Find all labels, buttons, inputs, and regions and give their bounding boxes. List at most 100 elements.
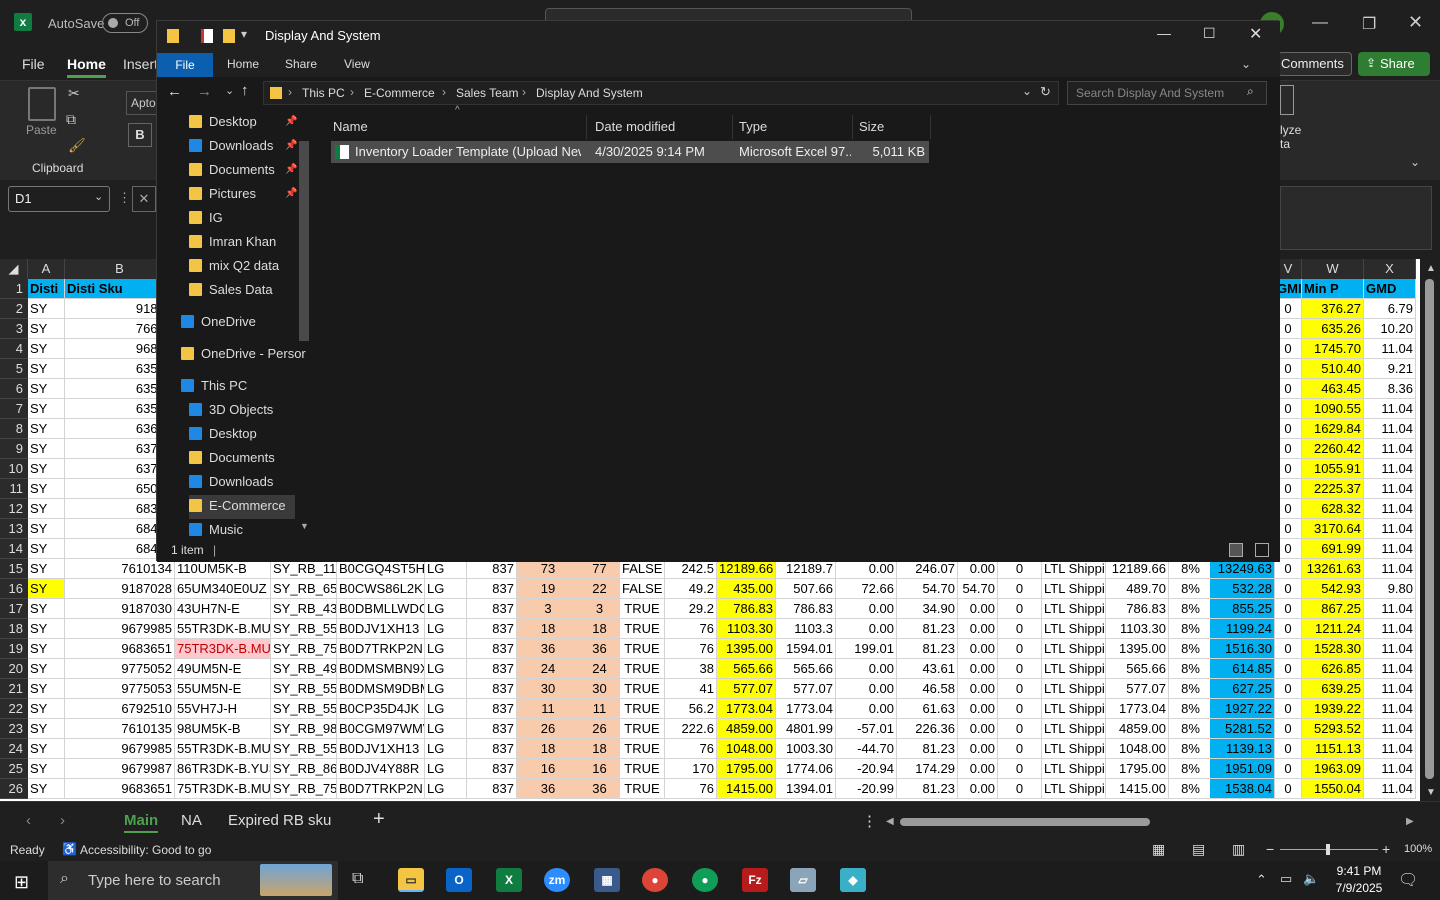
table-cell[interactable]: 0.00 bbox=[958, 659, 998, 679]
table-cell[interactable]: SY_RB_98U bbox=[271, 719, 337, 739]
cut-icon[interactable]: ✂ bbox=[68, 85, 80, 102]
table-cell[interactable]: SY bbox=[28, 719, 65, 739]
table-cell[interactable]: 0 bbox=[1275, 779, 1302, 799]
table-cell[interactable]: LG bbox=[425, 619, 467, 639]
table-cell[interactable]: 76 bbox=[665, 779, 717, 799]
properties-icon[interactable] bbox=[201, 29, 213, 43]
table-cell[interactable]: 9683651 bbox=[65, 779, 175, 799]
nav-item[interactable]: Downloads bbox=[189, 471, 273, 495]
explorer-search-input[interactable]: Search Display And System bbox=[1067, 81, 1267, 105]
row-header[interactable]: 2 bbox=[0, 299, 28, 319]
table-cell[interactable]: 786.83 bbox=[1106, 599, 1169, 619]
row-header[interactable]: 6 bbox=[0, 379, 28, 399]
row-header[interactable]: 17 bbox=[0, 599, 28, 619]
table-cell[interactable]: 0 bbox=[998, 639, 1042, 659]
table-cell[interactable]: 1103.30 bbox=[1106, 619, 1169, 639]
table-cell[interactable]: SY bbox=[28, 679, 65, 699]
row-header[interactable]: 18 bbox=[0, 619, 28, 639]
nav-item[interactable]: E-Commerce bbox=[189, 495, 295, 519]
table-cell[interactable]: 0 bbox=[1275, 579, 1302, 599]
table-cell[interactable]: 13249.63 bbox=[1210, 559, 1275, 579]
table-cell[interactable]: 0 bbox=[1275, 739, 1302, 759]
table-cell[interactable]: 19 bbox=[517, 579, 580, 599]
table-cell[interactable]: 11.04 bbox=[1364, 419, 1416, 439]
table-cell[interactable]: 8% bbox=[1169, 779, 1213, 799]
table-cell[interactable]: LG bbox=[425, 759, 467, 779]
table-cell[interactable]: 0 bbox=[1275, 759, 1302, 779]
table-cell[interactable]: 635.26 bbox=[1302, 319, 1364, 339]
table-cell[interactable]: 0 bbox=[998, 579, 1042, 599]
new-folder-icon[interactable] bbox=[223, 29, 235, 43]
table-cell[interactable]: 10.20 bbox=[1364, 319, 1416, 339]
table-cell[interactable]: 1395.00 bbox=[1106, 639, 1169, 659]
table-cell[interactable]: 76 bbox=[665, 619, 717, 639]
breadcrumb-ecommerce[interactable]: E-Commerce bbox=[364, 86, 435, 100]
table-cell[interactable]: LG bbox=[425, 699, 467, 719]
row-header[interactable]: 20 bbox=[0, 659, 28, 679]
table-cell[interactable]: 0.00 bbox=[958, 719, 998, 739]
table-cell[interactable]: 0.00 bbox=[958, 559, 998, 579]
table-cell[interactable]: B0DMSM9DBM bbox=[337, 679, 425, 699]
table-cell[interactable]: 8% bbox=[1169, 579, 1213, 599]
table-cell[interactable]: 46.58 bbox=[897, 679, 958, 699]
header-cell[interactable]: Disti bbox=[28, 279, 65, 299]
table-cell[interactable]: B0DJV1XH13 bbox=[337, 619, 425, 639]
table-cell[interactable]: 0.00 bbox=[958, 639, 998, 659]
table-cell[interactable]: 0 bbox=[998, 659, 1042, 679]
table-cell[interactable]: 837 bbox=[467, 599, 517, 619]
add-sheet-icon[interactable]: + bbox=[373, 808, 385, 831]
row-header[interactable]: 15 bbox=[0, 559, 28, 579]
table-cell[interactable]: 837 bbox=[467, 679, 517, 699]
table-cell[interactable]: 542.93 bbox=[1302, 579, 1364, 599]
table-cell[interactable]: LTL Shippi bbox=[1042, 659, 1106, 679]
table-cell[interactable]: 1415.00 bbox=[1106, 779, 1169, 799]
table-cell[interactable]: SY bbox=[28, 699, 65, 719]
table-cell[interactable]: LTL Shippi bbox=[1042, 619, 1106, 639]
table-cell[interactable]: LTL Shippi bbox=[1042, 759, 1106, 779]
table-cell[interactable]: SY_RB_43U bbox=[271, 599, 337, 619]
chrome-profile-icon[interactable]: ● bbox=[692, 868, 718, 892]
next-sheet-icon[interactable]: › bbox=[60, 812, 65, 829]
task-view-icon[interactable]: ⧉ bbox=[352, 870, 363, 888]
table-cell[interactable]: 11.04 bbox=[1364, 759, 1416, 779]
table-cell[interactable]: 8.36 bbox=[1364, 379, 1416, 399]
table-cell[interactable]: 18 bbox=[517, 739, 580, 759]
table-cell[interactable]: SY bbox=[28, 559, 65, 579]
cancel-formula-icon[interactable]: ✕ bbox=[132, 186, 156, 212]
table-cell[interactable]: 4859.00 bbox=[717, 719, 776, 739]
table-cell[interactable]: 8% bbox=[1169, 639, 1213, 659]
table-cell[interactable]: B0DBMLLWDG bbox=[337, 599, 425, 619]
table-cell[interactable]: 4859.00 bbox=[1106, 719, 1169, 739]
table-cell[interactable]: -44.70 bbox=[836, 739, 897, 759]
table-cell[interactable]: SY bbox=[28, 739, 65, 759]
row-header[interactable]: 21 bbox=[0, 679, 28, 699]
table-cell[interactable]: 11.04 bbox=[1364, 479, 1416, 499]
nav-item[interactable]: 3D Objects bbox=[189, 399, 273, 423]
table-cell[interactable]: 1394.01 bbox=[776, 779, 836, 799]
table-cell[interactable]: 86TR3DK-B.YUS bbox=[175, 759, 271, 779]
table-cell[interactable]: 0 bbox=[998, 559, 1042, 579]
table-cell[interactable]: 11.04 bbox=[1364, 619, 1416, 639]
table-cell[interactable]: 577.07 bbox=[776, 679, 836, 699]
table-cell[interactable]: 1211.24 bbox=[1302, 619, 1364, 639]
table-cell[interactable]: 0 bbox=[1275, 659, 1302, 679]
column-type[interactable]: Type bbox=[733, 115, 853, 139]
row-header[interactable]: 11 bbox=[0, 479, 28, 499]
table-cell[interactable]: 54.70 bbox=[897, 579, 958, 599]
expand-ribbon-chevron-icon[interactable]: ⌄ bbox=[1241, 57, 1251, 71]
table-cell[interactable]: 13261.63 bbox=[1302, 559, 1364, 579]
large-icons-view-icon[interactable] bbox=[1255, 543, 1269, 557]
table-cell[interactable]: B0DJV1XH13 bbox=[337, 739, 425, 759]
row-header[interactable]: 26 bbox=[0, 779, 28, 799]
table-cell[interactable]: 837 bbox=[467, 699, 517, 719]
quick-access-chevron-icon[interactable]: ▾ bbox=[241, 27, 247, 41]
table-cell[interactable]: 4801.99 bbox=[776, 719, 836, 739]
table-cell[interactable]: 489.70 bbox=[1106, 579, 1169, 599]
table-cell[interactable]: SY bbox=[28, 499, 65, 519]
table-cell[interactable]: SY_RB_75T bbox=[271, 639, 337, 659]
sheet-options-icon[interactable]: ⋮ bbox=[862, 812, 877, 830]
table-cell[interactable]: 8% bbox=[1169, 559, 1213, 579]
nav-item[interactable]: Desktop bbox=[189, 423, 257, 447]
table-cell[interactable]: 867.25 bbox=[1302, 599, 1364, 619]
table-cell[interactable]: LTL Shippi bbox=[1042, 699, 1106, 719]
